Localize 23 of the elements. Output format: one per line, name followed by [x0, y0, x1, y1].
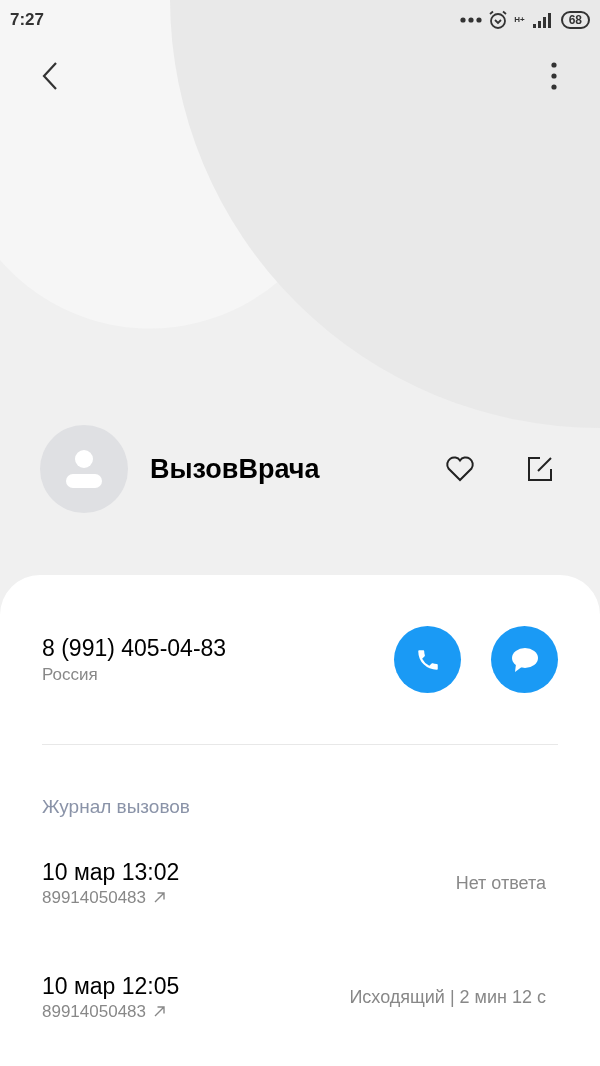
call-datetime: 10 мар 13:02 [42, 857, 181, 886]
chat-bubble-icon [510, 646, 539, 673]
contact-name: ВызовВрача [150, 452, 321, 486]
call-status: Исходящий | 2 мин 12 с [349, 986, 546, 1009]
more-notifications-icon [460, 17, 483, 23]
call-number: 89914050483 [42, 886, 146, 909]
phone-region: Россия [42, 663, 99, 686]
back-icon [42, 62, 58, 90]
heart-icon [445, 456, 475, 482]
network-type: H+ [514, 14, 525, 26]
section-title: Журнал вызовов [42, 795, 191, 819]
battery-level: 68 [560, 11, 590, 29]
more-icon [551, 62, 557, 90]
alarm-icon [488, 10, 509, 30]
call-status: Нет ответа [455, 872, 546, 895]
outgoing-arrow-icon [154, 1006, 165, 1017]
phone-number: 8 (991) 405-04-83 [42, 633, 228, 663]
outgoing-arrow-icon [154, 892, 165, 903]
person-icon [66, 450, 102, 488]
edit-icon [526, 455, 554, 483]
call-number: 89914050483 [42, 1000, 146, 1023]
call-datetime: 10 мар 12:05 [42, 971, 181, 1000]
status-time: 7:27 [10, 9, 45, 32]
